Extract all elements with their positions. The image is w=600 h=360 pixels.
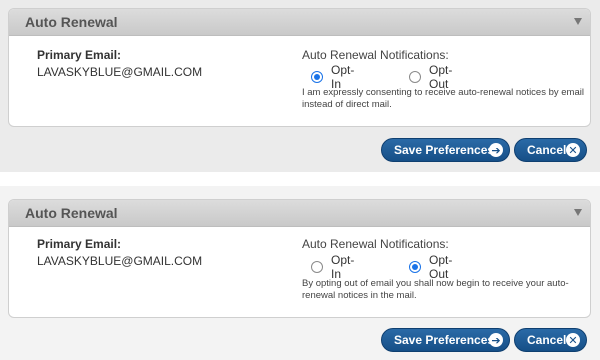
save-button-label: Save Preferences <box>394 143 495 157</box>
triangle-down-icon[interactable] <box>574 209 582 216</box>
arrow-right-circle-icon: ➔ <box>489 333 503 347</box>
panel-header[interactable]: Auto Renewal <box>9 200 590 227</box>
panel-title: Auto Renewal <box>25 205 118 221</box>
opt-out-label: Opt-Out <box>429 253 453 281</box>
radio-circle[interactable] <box>409 71 421 83</box>
auto-renewal-panel: Auto Renewal Primary Email: LAVASKYBLUE@… <box>8 8 591 127</box>
notifications-label: Auto Renewal Notifications: <box>302 237 449 251</box>
radio-circle[interactable] <box>311 261 323 273</box>
triangle-down-icon[interactable] <box>574 18 582 25</box>
primary-email-value: LAVASKYBLUE@GMAIL.COM <box>37 65 203 79</box>
primary-email-label: Primary Email: <box>37 237 122 251</box>
arrow-right-circle-icon: ➔ <box>489 143 503 157</box>
opt-out-radio[interactable]: Opt-Out <box>409 63 452 91</box>
auto-renewal-panel: Auto Renewal Primary Email: LAVASKYBLUE@… <box>8 199 591 318</box>
section-top: Auto Renewal Primary Email: LAVASKYBLUE@… <box>0 0 600 172</box>
close-circle-icon: ✕ <box>566 143 580 157</box>
save-preferences-button[interactable]: Save Preferences ➔ <box>381 328 510 352</box>
cancel-button-label: Cancel <box>527 143 567 157</box>
radio-circle-checked[interactable] <box>409 261 421 273</box>
primary-email-label: Primary Email: <box>37 48 122 62</box>
panel-header[interactable]: Auto Renewal <box>9 9 590 36</box>
opt-in-radio[interactable]: Opt-In <box>311 253 354 281</box>
close-circle-icon: ✕ <box>566 333 580 347</box>
save-button-label: Save Preferences <box>394 333 495 347</box>
radio-circle-checked[interactable] <box>311 71 323 83</box>
panel-title: Auto Renewal <box>25 14 118 30</box>
save-preferences-button[interactable]: Save Preferences ➔ <box>381 138 510 162</box>
opt-out-note: By opting out of email you shall now beg… <box>302 278 569 301</box>
opt-in-note: I am expressly consenting to receive aut… <box>302 87 584 110</box>
opt-in-label: Opt-In <box>331 253 355 281</box>
section-divider <box>0 172 600 186</box>
opt-out-radio[interactable]: Opt-Out <box>409 253 452 281</box>
primary-email-value: LAVASKYBLUE@GMAIL.COM <box>37 254 203 268</box>
cancel-button-label: Cancel <box>527 333 567 347</box>
cancel-button[interactable]: Cancel ✕ <box>514 328 587 352</box>
section-bottom: Auto Renewal Primary Email: LAVASKYBLUE@… <box>0 186 600 360</box>
notifications-label: Auto Renewal Notifications: <box>302 48 449 62</box>
cancel-button[interactable]: Cancel ✕ <box>514 138 587 162</box>
opt-in-radio[interactable]: Opt-In <box>311 63 354 91</box>
